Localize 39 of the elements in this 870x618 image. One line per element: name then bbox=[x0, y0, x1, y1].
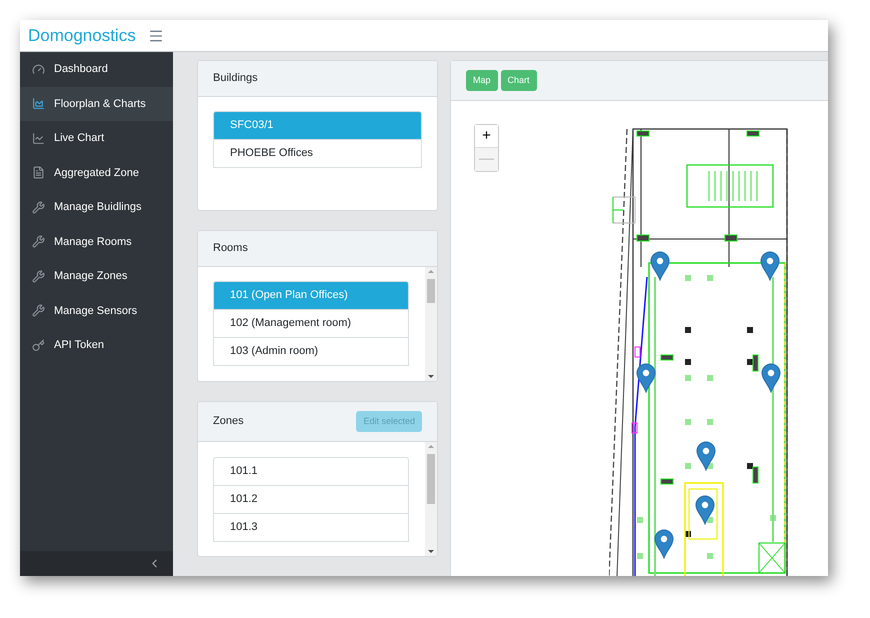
area-chart-icon bbox=[32, 97, 45, 110]
app-title: Domognostics bbox=[27, 24, 137, 47]
card-title: Buildings bbox=[213, 71, 258, 86]
list-item[interactable]: 103 (Admin room) bbox=[213, 337, 409, 366]
wrench-icon bbox=[32, 304, 45, 318]
map-pin-icon[interactable] bbox=[654, 529, 674, 559]
map-pin-icon[interactable] bbox=[695, 495, 715, 525]
sidebar-item[interactable]: Manage Rooms bbox=[20, 224, 173, 259]
scrollbar[interactable] bbox=[425, 442, 437, 556]
map-pin-icon[interactable] bbox=[650, 251, 670, 281]
list-item[interactable]: 102 (Management room) bbox=[213, 309, 409, 338]
map-pin-icon[interactable] bbox=[696, 441, 716, 471]
sidebar-item[interactable]: Manage Buidlings bbox=[20, 190, 173, 224]
zoom-in-button[interactable]: + bbox=[475, 125, 498, 148]
list-item[interactable]: 101.3 bbox=[213, 513, 409, 542]
card-title: Rooms bbox=[213, 241, 248, 256]
map-pin-icon[interactable] bbox=[761, 363, 781, 393]
list-item[interactable]: 101.1 bbox=[213, 457, 409, 486]
sidebar-item[interactable]: Live Chart bbox=[20, 121, 173, 156]
map-pin-icon[interactable] bbox=[636, 363, 656, 393]
card-title: Zones bbox=[213, 414, 244, 430]
sidebar-item[interactable]: Manage Sensors bbox=[20, 294, 173, 328]
line-chart-icon bbox=[32, 132, 45, 145]
wrench-icon bbox=[32, 235, 45, 248]
document-icon bbox=[32, 166, 45, 180]
wrench-icon bbox=[32, 270, 45, 283]
wrench-icon bbox=[32, 200, 45, 214]
map-pin-icon[interactable] bbox=[760, 251, 780, 281]
sidebar-item[interactable]: API Token bbox=[20, 328, 173, 362]
sidebar-item[interactable]: Aggregated Zone bbox=[20, 156, 173, 190]
key-icon bbox=[32, 338, 45, 352]
menu-icon[interactable] bbox=[148, 28, 164, 44]
gauge-icon bbox=[32, 62, 45, 76]
sidebar-item[interactable]: Dashboard bbox=[20, 52, 173, 86]
scrollbar[interactable] bbox=[425, 267, 437, 381]
sidebar-item[interactable]: Manage Zones bbox=[20, 259, 173, 294]
list-item[interactable]: PHOEBE Offices bbox=[213, 139, 422, 168]
list-item[interactable]: 101.2 bbox=[213, 485, 409, 514]
sidebar-item[interactable]: Floorplan & Charts bbox=[20, 86, 173, 121]
